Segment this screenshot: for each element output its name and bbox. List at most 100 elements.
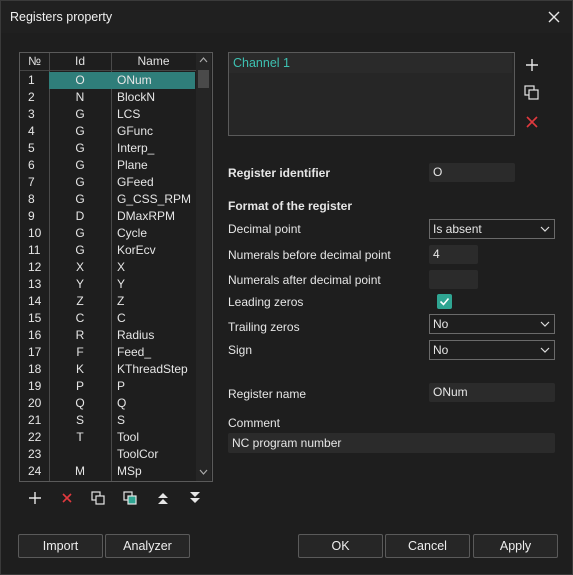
register-name-cell: KorEcv bbox=[117, 243, 156, 257]
register-identifier-label: Register identifier bbox=[228, 166, 331, 180]
window-title: Registers property bbox=[10, 10, 113, 24]
cancel-button[interactable]: Cancel bbox=[385, 534, 470, 558]
register-id-cell: G bbox=[75, 141, 85, 155]
move-up-icon[interactable] bbox=[155, 490, 171, 506]
copy-channel-icon[interactable] bbox=[523, 84, 541, 102]
decimal-point-select[interactable]: Is absent bbox=[429, 219, 555, 239]
table-row[interactable]: 8 G G_CSS_RPM bbox=[20, 191, 196, 208]
register-name-cell: S bbox=[117, 413, 126, 427]
sign-value: No bbox=[433, 343, 449, 357]
paste-register-icon[interactable] bbox=[122, 490, 138, 506]
table-row[interactable]: 3 G LCS bbox=[20, 106, 196, 123]
register-number-cell: 2 bbox=[28, 90, 35, 104]
table-row[interactable]: 17 F Feed_ bbox=[20, 344, 196, 361]
register-name-cell: Tool bbox=[117, 430, 140, 444]
table-row[interactable]: 20 Q Q bbox=[20, 395, 196, 412]
register-name-input[interactable]: ONum bbox=[429, 383, 555, 402]
register-id-cell: N bbox=[75, 90, 85, 104]
table-row[interactable]: 18 K KThreadStep bbox=[20, 361, 196, 378]
register-name-cell: Radius bbox=[117, 328, 155, 342]
add-register-icon[interactable] bbox=[27, 490, 43, 506]
register-number-cell: 9 bbox=[28, 209, 35, 223]
table-row[interactable]: 9 D DMaxRPM bbox=[20, 208, 196, 225]
numerals-after-input[interactable] bbox=[429, 270, 478, 289]
scroll-up-icon[interactable] bbox=[199, 56, 208, 63]
table-row[interactable]: 13 Y Y bbox=[20, 276, 196, 293]
table-row[interactable]: 1 O ONum bbox=[20, 72, 196, 89]
register-number-cell: 10 bbox=[28, 226, 42, 240]
register-id-cell: Y bbox=[75, 277, 84, 291]
table-row[interactable]: 14 Z Z bbox=[20, 293, 196, 310]
ok-button[interactable]: OK bbox=[298, 534, 383, 558]
register-id-cell: X bbox=[75, 260, 84, 274]
table-row[interactable]: 16 R Radius bbox=[20, 327, 196, 344]
register-id-cell: D bbox=[75, 209, 85, 223]
chevron-down-icon bbox=[540, 321, 550, 327]
leading-zeros-checkbox[interactable] bbox=[437, 294, 452, 309]
table-row[interactable]: 10 G Cycle bbox=[20, 225, 196, 242]
table-row[interactable]: 5 G Interp_ bbox=[20, 140, 196, 157]
table-row[interactable]: 6 G Plane bbox=[20, 157, 196, 174]
analyzer-button[interactable]: Analyzer bbox=[105, 534, 190, 558]
register-id-cell: G bbox=[75, 107, 85, 121]
numerals-before-input[interactable]: 4 bbox=[429, 245, 478, 264]
import-button[interactable]: Import bbox=[18, 534, 103, 558]
table-row[interactable]: 2 N BlockN bbox=[20, 89, 196, 106]
register-id-cell: T bbox=[76, 430, 84, 444]
registers-property-dialog: Registers property № Id Name 1 O ONum 2 N Blo… bbox=[0, 0, 573, 575]
format-heading: Format of the register bbox=[228, 199, 353, 213]
delete-register-icon[interactable] bbox=[59, 490, 75, 506]
register-id-cell: F bbox=[76, 345, 84, 359]
register-identifier-input[interactable]: O bbox=[429, 163, 515, 182]
column-header-number[interactable]: № bbox=[20, 53, 49, 70]
register-number-cell: 7 bbox=[28, 175, 35, 189]
register-number-cell: 8 bbox=[28, 192, 35, 206]
register-number-cell: 12 bbox=[28, 260, 42, 274]
register-number-cell: 16 bbox=[28, 328, 42, 342]
register-id-cell: P bbox=[75, 379, 84, 393]
channel-item[interactable]: Channel 1 bbox=[229, 53, 512, 73]
table-row[interactable]: 24 M MSp bbox=[20, 463, 196, 480]
title-bar: Registers property bbox=[1, 1, 572, 33]
column-header-id[interactable]: Id bbox=[50, 53, 110, 70]
table-row[interactable]: 19 P P bbox=[20, 378, 196, 395]
table-row[interactable]: 4 G GFunc bbox=[20, 123, 196, 140]
table-row[interactable]: 7 G GFeed bbox=[20, 174, 196, 191]
register-name-cell: X bbox=[117, 260, 126, 274]
table-row[interactable]: 22 T Tool bbox=[20, 429, 196, 446]
table-row[interactable]: 21 S S bbox=[20, 412, 196, 429]
add-channel-icon[interactable] bbox=[523, 56, 541, 74]
apply-button[interactable]: Apply bbox=[473, 534, 558, 558]
register-id-cell: Z bbox=[76, 294, 84, 308]
trailing-zeros-select[interactable]: No bbox=[429, 314, 555, 334]
register-name-cell: Z bbox=[117, 294, 125, 308]
table-row[interactable]: 11 G KorEcv bbox=[20, 242, 196, 259]
close-icon[interactable] bbox=[544, 7, 564, 27]
comment-input[interactable]: NC program number bbox=[228, 433, 555, 453]
table-row[interactable]: 23 ToolCor bbox=[20, 446, 196, 463]
register-id-cell: C bbox=[75, 311, 85, 325]
decimal-point-value: Is absent bbox=[433, 222, 482, 236]
vertical-scrollbar[interactable] bbox=[196, 53, 211, 481]
register-number-cell: 4 bbox=[28, 124, 35, 138]
table-row[interactable]: 12 X X bbox=[20, 259, 196, 276]
column-header-name[interactable]: Name bbox=[111, 53, 196, 70]
register-name-cell: GFunc bbox=[117, 124, 154, 138]
sign-select[interactable]: No bbox=[429, 340, 555, 360]
register-number-cell: 24 bbox=[28, 464, 42, 478]
delete-channel-icon[interactable] bbox=[523, 113, 541, 131]
header-divider bbox=[20, 70, 196, 71]
registers-table: № Id Name 1 O ONum 2 N BlockN 3 G LCS 4 G GFunc 5 G In… bbox=[19, 52, 213, 482]
copy-register-icon[interactable] bbox=[90, 490, 106, 506]
scroll-down-icon[interactable] bbox=[199, 469, 208, 476]
register-name-cell: GFeed bbox=[117, 175, 154, 189]
register-number-cell: 15 bbox=[28, 311, 42, 325]
leading-zeros-label: Leading zeros bbox=[228, 295, 304, 309]
scrollbar-thumb[interactable] bbox=[198, 70, 209, 88]
register-name-cell: KThreadStep bbox=[117, 362, 188, 376]
sign-label: Sign bbox=[228, 343, 253, 357]
table-row[interactable]: 15 C C bbox=[20, 310, 196, 327]
register-name-label: Register name bbox=[228, 387, 307, 401]
move-down-icon[interactable] bbox=[187, 490, 203, 506]
register-name-cell: Y bbox=[117, 277, 126, 291]
